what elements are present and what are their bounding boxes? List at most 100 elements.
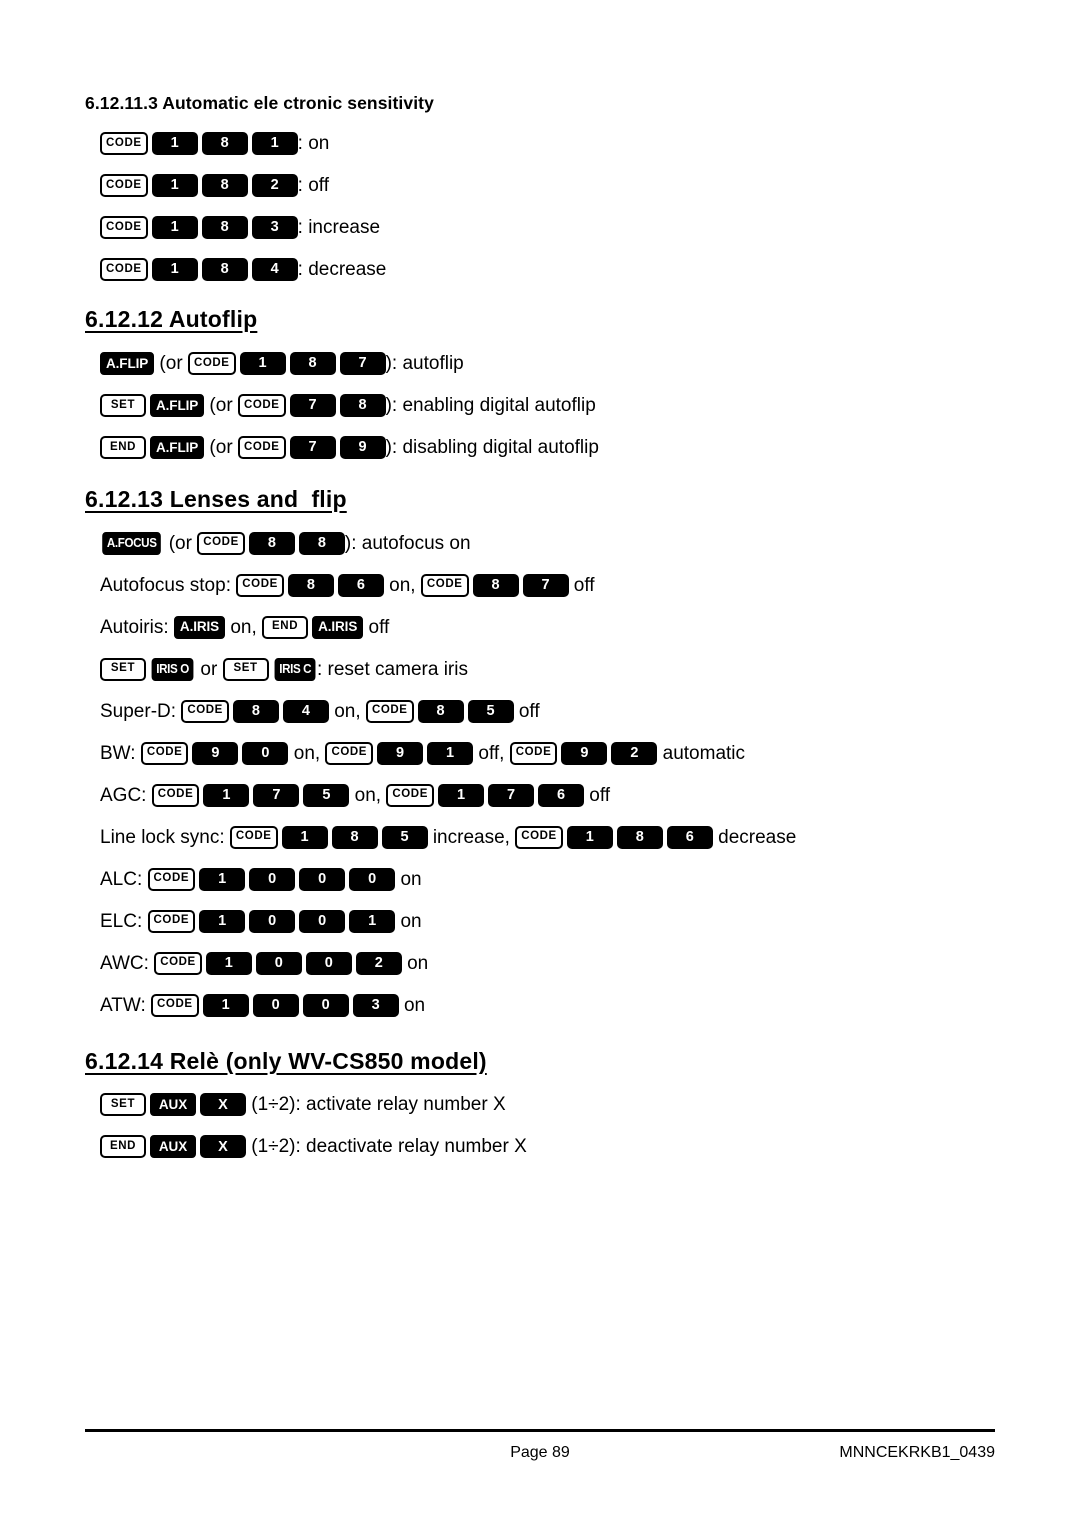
digit-key[interactable]: 0 xyxy=(299,867,346,891)
end-key[interactable]: END xyxy=(100,435,146,459)
digit-key[interactable]: 9 xyxy=(339,435,386,459)
code-key[interactable]: CODE xyxy=(140,741,189,765)
digit-key[interactable]: 2 xyxy=(355,951,402,975)
digit-key[interactable]: 9 xyxy=(561,741,608,765)
digit-key[interactable]: 0 xyxy=(349,867,396,891)
code-key[interactable]: CODE xyxy=(229,825,278,849)
set-key[interactable]: SET xyxy=(100,657,146,681)
code-key[interactable]: CODE xyxy=(515,825,563,849)
digit-key[interactable]: 0 xyxy=(249,867,296,891)
digit-key[interactable]: 1 xyxy=(438,783,484,807)
digit-key[interactable]: 9 xyxy=(377,741,424,765)
aflip-key[interactable]: A.FLIP xyxy=(150,435,205,459)
digit-key[interactable]: 8 xyxy=(417,699,464,723)
digit-key[interactable]: 7 xyxy=(522,573,569,597)
digit-key[interactable]: 8 xyxy=(201,258,248,281)
digit-key[interactable]: 8 xyxy=(287,573,334,597)
code-key[interactable]: CODE xyxy=(100,132,148,155)
digit-key[interactable]: 8 xyxy=(201,174,248,197)
airis-key[interactable]: A.IRIS xyxy=(312,615,364,639)
digit-key[interactable]: 8 xyxy=(201,132,248,155)
relay-number-key[interactable]: X xyxy=(200,1135,246,1159)
code-key[interactable]: CODE xyxy=(181,699,229,723)
digit-key[interactable]: 1 xyxy=(203,783,250,807)
digit-key[interactable]: 8 xyxy=(616,825,663,849)
code-key[interactable]: CODE xyxy=(151,783,200,807)
digit-key[interactable]: 0 xyxy=(255,951,302,975)
digit-key[interactable]: 8 xyxy=(232,699,279,723)
digit-key[interactable]: 0 xyxy=(302,993,349,1017)
aflip-key[interactable]: A.FLIP xyxy=(150,393,205,417)
digit-key[interactable]: 8 xyxy=(289,351,336,375)
set-key[interactable]: SET xyxy=(100,1093,146,1117)
code-key[interactable]: CODE xyxy=(147,909,196,933)
code-key[interactable]: CODE xyxy=(154,951,202,975)
digit-key[interactable]: 1 xyxy=(151,174,198,197)
code-key[interactable]: CODE xyxy=(197,531,245,555)
digit-key[interactable]: 1 xyxy=(566,825,613,849)
code-key[interactable]: CODE xyxy=(325,741,374,765)
digit-key[interactable]: 1 xyxy=(151,258,198,281)
digit-key[interactable]: 0 xyxy=(305,951,352,975)
digit-key[interactable]: 6 xyxy=(666,825,713,849)
digit-key[interactable]: 1 xyxy=(199,909,246,933)
digit-key[interactable]: 8 xyxy=(472,573,519,597)
digit-key[interactable]: 0 xyxy=(242,741,289,765)
digit-key[interactable]: 9 xyxy=(192,741,239,765)
code-key[interactable]: CODE xyxy=(365,699,414,723)
code-key[interactable]: CODE xyxy=(237,435,286,459)
digit-key[interactable]: 5 xyxy=(303,783,350,807)
code-key[interactable]: CODE xyxy=(100,216,148,239)
digit-key[interactable]: 1 xyxy=(151,216,198,239)
iris-open-key[interactable]: IRIS O xyxy=(151,657,194,681)
digit-key[interactable]: 7 xyxy=(253,783,300,807)
digit-key[interactable]: 7 xyxy=(488,783,534,807)
digit-key[interactable]: 1 xyxy=(427,741,474,765)
aflip-key[interactable]: A.FLIP xyxy=(100,351,155,375)
digit-key[interactable]: 1 xyxy=(199,867,246,891)
digit-key[interactable]: 5 xyxy=(381,825,428,849)
code-key[interactable]: CODE xyxy=(236,573,284,597)
end-key[interactable]: END xyxy=(262,615,309,639)
digit-key[interactable]: 1 xyxy=(251,132,298,155)
code-key[interactable]: CODE xyxy=(100,174,148,197)
digit-key[interactable]: 8 xyxy=(339,393,386,417)
iris-close-key[interactable]: IRIS C xyxy=(274,657,316,681)
digit-key[interactable]: 2 xyxy=(611,741,658,765)
code-key[interactable]: CODE xyxy=(386,783,434,807)
digit-key[interactable]: 7 xyxy=(289,435,336,459)
digit-key[interactable]: 1 xyxy=(239,351,286,375)
code-key[interactable]: CODE xyxy=(420,573,469,597)
relay-number-key[interactable]: X xyxy=(200,1093,246,1117)
digit-key[interactable]: 5 xyxy=(467,699,514,723)
code-key[interactable]: CODE xyxy=(509,741,558,765)
set-key[interactable]: SET xyxy=(100,393,146,417)
afocus-key[interactable]: A.FOCUS xyxy=(102,531,162,555)
digit-key[interactable]: 1 xyxy=(349,909,396,933)
digit-key[interactable]: 8 xyxy=(298,531,345,555)
digit-key[interactable]: 6 xyxy=(538,783,584,807)
digit-key[interactable]: 0 xyxy=(299,909,346,933)
aux-key[interactable]: AUX xyxy=(150,1135,196,1159)
code-key[interactable]: CODE xyxy=(151,993,199,1017)
airis-key[interactable]: A.IRIS xyxy=(173,615,226,639)
digit-key[interactable]: 3 xyxy=(352,993,399,1017)
digit-key[interactable]: 7 xyxy=(339,351,386,375)
aux-key[interactable]: AUX xyxy=(150,1093,196,1117)
digit-key[interactable]: 2 xyxy=(251,174,298,197)
digit-key[interactable]: 4 xyxy=(282,699,329,723)
digit-key[interactable]: 0 xyxy=(249,909,296,933)
digit-key[interactable]: 4 xyxy=(251,258,298,281)
digit-key[interactable]: 7 xyxy=(289,393,336,417)
end-key[interactable]: END xyxy=(100,1135,146,1159)
digit-key[interactable]: 1 xyxy=(205,951,252,975)
set-key[interactable]: SET xyxy=(222,657,269,681)
digit-key[interactable]: 0 xyxy=(252,993,299,1017)
digit-key[interactable]: 8 xyxy=(331,825,378,849)
code-key[interactable]: CODE xyxy=(237,393,286,417)
code-key[interactable]: CODE xyxy=(100,258,148,281)
digit-key[interactable]: 3 xyxy=(251,216,298,239)
digit-key[interactable]: 1 xyxy=(151,132,198,155)
digit-key[interactable]: 8 xyxy=(248,531,295,555)
code-key[interactable]: CODE xyxy=(147,867,196,891)
